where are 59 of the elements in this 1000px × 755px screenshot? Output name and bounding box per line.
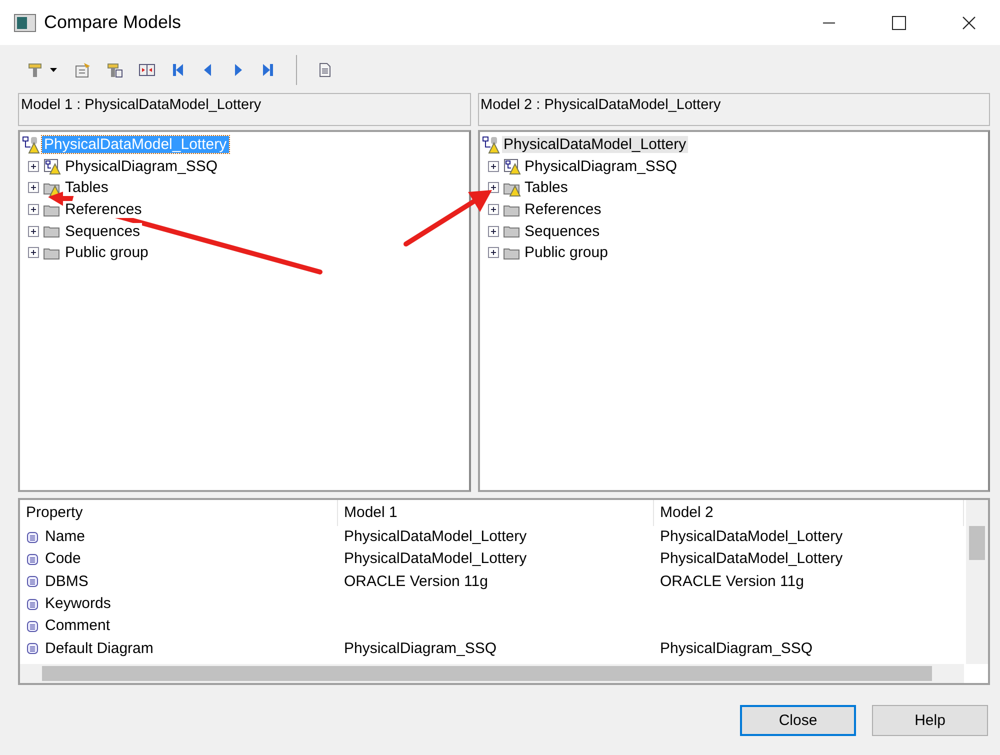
- tree-item[interactable]: Sequences: [522, 222, 602, 240]
- model-menu-icon[interactable]: [26, 62, 60, 78]
- expand-icon[interactable]: [488, 182, 499, 194]
- table-cell: PhysicalDataModel_Lottery: [660, 550, 843, 568]
- horizontal-scrollbar[interactable]: [20, 664, 964, 683]
- column-header[interactable]: Property: [20, 500, 338, 526]
- last-icon[interactable]: [260, 62, 276, 78]
- table-cell: PhysicalDataModel_Lottery: [660, 528, 843, 546]
- tree-item[interactable]: Sequences: [63, 222, 142, 240]
- split-panes-icon[interactable]: [138, 62, 156, 78]
- property-name: Comment: [45, 617, 110, 636]
- property-icon: [26, 598, 39, 611]
- property-name: Code: [45, 550, 81, 568]
- table-cell: PhysicalDataModel_Lottery: [344, 550, 527, 568]
- tree-item[interactable]: PhysicalDataModel_Lottery: [502, 136, 688, 154]
- tree-item[interactable]: Public group: [522, 244, 610, 262]
- window-icon: [14, 14, 36, 32]
- property-name: Name: [45, 528, 86, 546]
- first-icon[interactable]: [170, 62, 186, 78]
- dialog-button[interactable]: Close: [740, 705, 856, 736]
- column-header[interactable]: Model 1: [338, 500, 654, 526]
- expand-icon[interactable]: [28, 226, 39, 237]
- close-icon[interactable]: [962, 16, 976, 30]
- tree-item[interactable]: Public group: [63, 244, 150, 262]
- tree-item[interactable]: References: [63, 201, 144, 218]
- expand-icon[interactable]: [488, 160, 499, 172]
- expand-icon[interactable]: [488, 247, 499, 258]
- property-icon: [26, 552, 39, 566]
- tree-item[interactable]: Tables: [63, 179, 110, 196]
- expand-icon[interactable]: [488, 204, 499, 216]
- model-title: Model 2 : PhysicalDataModel_Lottery: [480, 97, 721, 113]
- property-icon: [26, 642, 39, 656]
- model-title: Model 1 : PhysicalDataModel_Lottery: [21, 97, 262, 113]
- properties-icon[interactable]: [74, 62, 92, 78]
- tree-item[interactable]: PhysicalDiagram_SSQ: [63, 158, 220, 175]
- document-icon[interactable]: [317, 62, 333, 78]
- tree-item[interactable]: PhysicalDiagram_SSQ: [522, 158, 680, 175]
- expand-icon[interactable]: [28, 160, 39, 172]
- expand-icon[interactable]: [28, 247, 39, 258]
- table-cell: PhysicalDiagram_SSQ: [660, 640, 813, 658]
- table-cell: ORACLE Version 11g: [344, 572, 488, 591]
- expand-icon[interactable]: [488, 226, 499, 237]
- expand-icon[interactable]: [28, 182, 39, 194]
- table-cell: ORACLE Version 11g: [660, 572, 804, 591]
- table-cell: PhysicalDiagram_SSQ: [344, 640, 497, 658]
- compare-properties-icon[interactable]: [106, 62, 124, 78]
- property-name: Keywords: [45, 595, 111, 614]
- property-name: Default Diagram: [45, 640, 154, 658]
- property-name: DBMS: [45, 572, 88, 591]
- window-title: Compare Models: [44, 12, 182, 33]
- property-icon: [26, 530, 39, 544]
- table-cell: PhysicalDataModel_Lottery: [344, 528, 527, 546]
- dialog-button[interactable]: Help: [872, 705, 988, 736]
- column-header[interactable]: Model 2: [654, 500, 964, 526]
- expand-icon[interactable]: [28, 204, 39, 216]
- vertical-scrollbar[interactable]: [966, 500, 988, 664]
- property-icon: [26, 620, 39, 633]
- property-icon: [26, 575, 39, 588]
- maximize-icon[interactable]: [892, 16, 906, 30]
